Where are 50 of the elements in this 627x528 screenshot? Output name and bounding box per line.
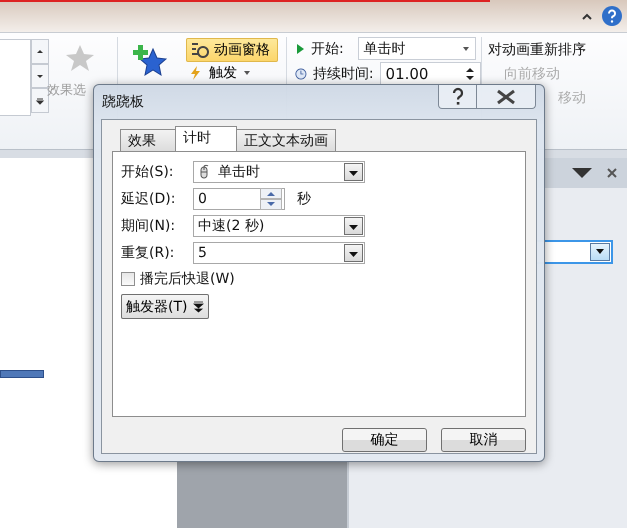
field-label: 开始(S): bbox=[121, 163, 175, 181]
help-button[interactable] bbox=[438, 85, 477, 109]
close-icon bbox=[607, 168, 617, 178]
checkbox[interactable] bbox=[121, 272, 135, 286]
help-icon bbox=[601, 5, 623, 27]
field-label: 重复(R): bbox=[121, 244, 176, 262]
double-caret-icon bbox=[193, 300, 204, 312]
reorder-title: 对动画重新排序 bbox=[488, 41, 586, 59]
close-icon bbox=[495, 88, 517, 104]
dropdown-button[interactable] bbox=[590, 243, 610, 261]
trigger-button[interactable]: 触发 bbox=[186, 64, 266, 82]
dropdown[interactable]: 5 bbox=[193, 242, 365, 264]
collapse-ribbon-icon bbox=[581, 11, 593, 21]
field-label: 延迟(D): bbox=[121, 190, 176, 208]
dialog-title: 跷跷板 bbox=[101, 93, 144, 111]
number-field[interactable]: 0 bbox=[193, 188, 285, 210]
mouse-icon bbox=[198, 164, 210, 180]
expand-icon bbox=[34, 96, 46, 106]
more-button[interactable] bbox=[31, 88, 49, 114]
animation-pane-icon bbox=[190, 41, 210, 59]
tab[interactable]: 效果 bbox=[120, 129, 176, 151]
lightning-icon bbox=[189, 65, 203, 81]
star-icon bbox=[65, 43, 95, 73]
spinner-arrows-icon bbox=[465, 66, 475, 80]
tab[interactable]: 计时 bbox=[175, 126, 237, 151]
unit-label: 秒 bbox=[297, 190, 311, 208]
start-dropdown[interactable]: 单击时 bbox=[358, 37, 476, 60]
close-button[interactable] bbox=[477, 85, 536, 109]
field-label: 期间(N): bbox=[121, 217, 176, 235]
clock-icon bbox=[295, 66, 307, 80]
dialog-button[interactable]: 取消 bbox=[441, 428, 526, 452]
tab[interactable]: 正文文本动画 bbox=[236, 129, 336, 151]
duration-field[interactable]: 01.00 bbox=[380, 62, 481, 85]
duration-label: 持续时间: bbox=[312, 64, 374, 82]
dropdown[interactable]: 中速(2 秒) bbox=[193, 215, 365, 237]
trigger-button[interactable]: 触发器(T) bbox=[121, 294, 210, 319]
caret-down-icon bbox=[594, 248, 606, 256]
checkbox-label: 播完后快退(W) bbox=[140, 270, 235, 288]
scroll-up-button[interactable] bbox=[31, 39, 49, 64]
dropdown[interactable]: 单击时 bbox=[193, 161, 365, 183]
spin-up-icon bbox=[260, 188, 282, 199]
play-icon bbox=[295, 42, 305, 54]
spin-down-icon bbox=[260, 199, 282, 210]
caret-down-icon bbox=[243, 70, 251, 76]
animation-pane-button[interactable]: 动画窗格 bbox=[186, 38, 278, 62]
slide-shape bbox=[0, 370, 44, 378]
caret-down-icon bbox=[462, 46, 470, 52]
dropdown-arrow-icon bbox=[571, 167, 593, 179]
dialog-button[interactable]: 确定 bbox=[342, 428, 427, 452]
start-label: 开始: bbox=[311, 40, 344, 58]
